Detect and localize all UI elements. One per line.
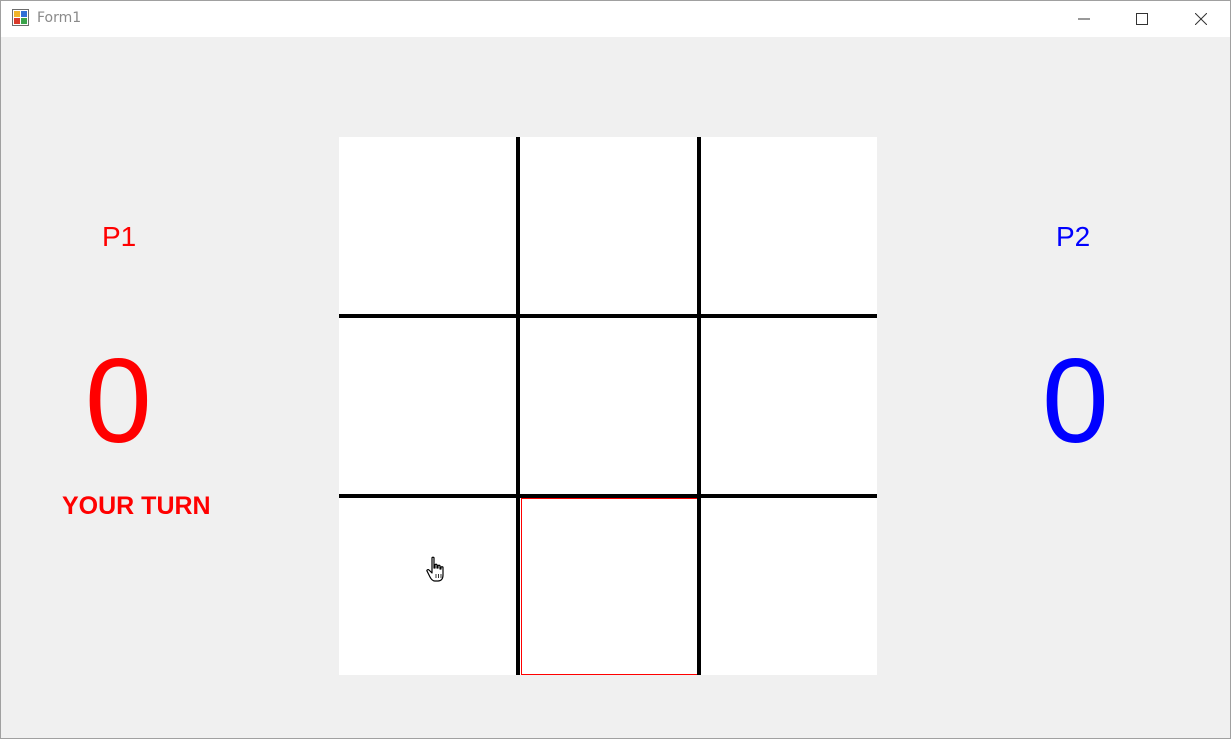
maximize-icon bbox=[1136, 13, 1148, 25]
game-area: P1 0 YOUR TURN P2 0 bbox=[1, 38, 1230, 738]
form-app-icon bbox=[12, 9, 29, 26]
board-cell[interactable] bbox=[702, 498, 877, 675]
app-window: Form1 P1 0 YOUR TURN P2 0 bbox=[0, 0, 1231, 739]
minimize-icon bbox=[1078, 18, 1090, 20]
board-cell[interactable] bbox=[702, 318, 877, 495]
board-cell[interactable] bbox=[521, 498, 698, 675]
window-title: Form1 bbox=[37, 10, 82, 26]
grid-line-horizontal bbox=[339, 314, 877, 318]
player2-label: P2 bbox=[1056, 221, 1091, 252]
turn-indicator: YOUR TURN bbox=[62, 492, 211, 520]
close-icon bbox=[1195, 13, 1207, 25]
minimize-button[interactable] bbox=[1055, 1, 1113, 37]
grid-line-horizontal bbox=[339, 494, 877, 498]
player2-score: 0 bbox=[1042, 334, 1109, 468]
board-cell[interactable] bbox=[702, 137, 877, 314]
player1-score: 0 bbox=[85, 334, 152, 468]
player1-label: P1 bbox=[102, 221, 137, 252]
board-cell[interactable] bbox=[339, 318, 517, 495]
board-cell[interactable] bbox=[339, 137, 517, 314]
tic-tac-toe-board bbox=[339, 137, 877, 675]
maximize-button[interactable] bbox=[1113, 1, 1171, 37]
grid-line-vertical bbox=[516, 137, 520, 675]
board-cell[interactable] bbox=[339, 498, 517, 675]
grid-line-vertical bbox=[697, 137, 701, 675]
board-cell[interactable] bbox=[521, 318, 698, 495]
close-button[interactable] bbox=[1172, 1, 1230, 37]
title-bar[interactable]: Form1 bbox=[1, 1, 1230, 37]
board-cell[interactable] bbox=[521, 137, 698, 314]
